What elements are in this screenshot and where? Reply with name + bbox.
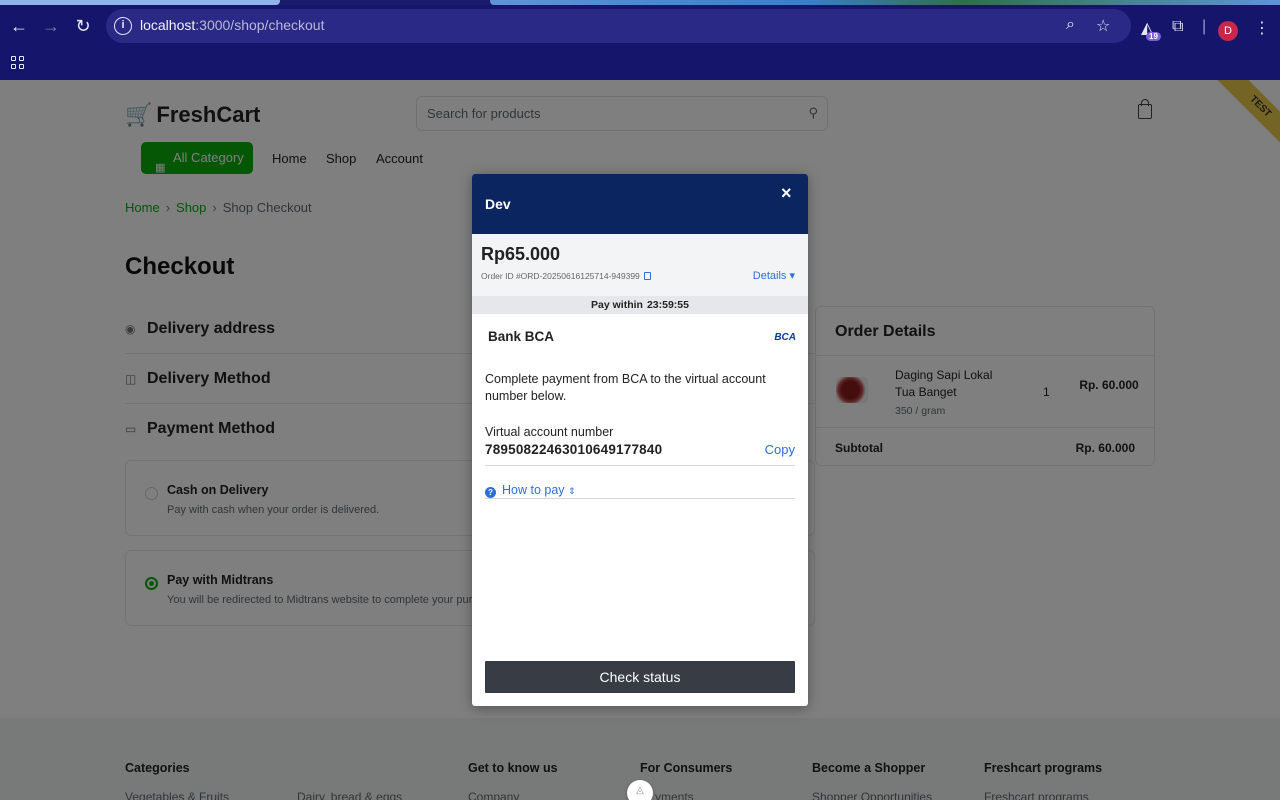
- site-info-icon[interactable]: i: [114, 17, 132, 35]
- midtrans-badge-icon[interactable]: ◬: [627, 780, 653, 800]
- check-status-button[interactable]: Check status: [485, 661, 795, 693]
- url-text[interactable]: localhost:3000/shop/checkout: [140, 17, 324, 33]
- copy-order-id-icon[interactable]: [643, 272, 651, 280]
- extensions-puzzle-icon[interactable]: ⧉: [1172, 18, 1183, 36]
- extension-badge: 19: [1146, 32, 1161, 41]
- payment-modal: Dev × Rp65.000 Order ID #ORD-20250616125…: [472, 174, 808, 706]
- bca-logo: BCA: [774, 332, 796, 343]
- help-icon: ?: [485, 487, 496, 498]
- va-number: 7895082246301064917784​0: [485, 442, 663, 457]
- menu-kebab-icon[interactable]: ⋮: [1254, 18, 1270, 38]
- divider: [485, 498, 795, 499]
- reload-icon[interactable]: ↻: [70, 13, 96, 39]
- merchant-name: Dev: [485, 196, 511, 212]
- bookmark-star-icon[interactable]: ☆: [1096, 16, 1110, 36]
- how-to-pay-toggle[interactable]: ? How to pay ⇕: [485, 483, 576, 498]
- modal-header: Dev ×: [472, 174, 808, 234]
- total-amount: Rp65.000: [481, 244, 561, 264]
- bookmarks-bar: [0, 47, 1280, 80]
- payment-instruction: Complete payment from BCA to the virtual…: [485, 372, 766, 403]
- payment-countdown: Pay within 23:59:55: [472, 296, 808, 314]
- bank-name: Bank BCA: [488, 329, 555, 344]
- apps-grid-icon[interactable]: [11, 56, 25, 70]
- order-id: Order ID #ORD-20250616125714-949399: [481, 271, 651, 281]
- close-icon[interactable]: ×: [781, 183, 792, 204]
- zoom-icon[interactable]: ⌕: [1066, 16, 1075, 34]
- browser-toolbar: ← → ↻ i localhost:3000/shop/checkout ⌕ ☆…: [0, 5, 1280, 47]
- va-label: Virtual account number: [485, 425, 614, 439]
- forward-arrow-icon[interactable]: →: [38, 13, 64, 39]
- toolbar-separator: |: [1202, 18, 1207, 35]
- address-bar[interactable]: i localhost:3000/shop/checkout ⌕ ☆: [106, 9, 1131, 43]
- divider: [485, 465, 795, 466]
- back-arrow-icon[interactable]: ←: [6, 13, 32, 39]
- copy-va-button[interactable]: Copy: [765, 442, 795, 457]
- details-toggle[interactable]: Details ▾: [753, 269, 795, 282]
- profile-avatar[interactable]: D: [1218, 21, 1238, 41]
- sort-chevron-icon: ⇕: [568, 486, 576, 496]
- amount-summary: Rp65.000 Order ID #ORD-20250616125714-94…: [472, 234, 808, 296]
